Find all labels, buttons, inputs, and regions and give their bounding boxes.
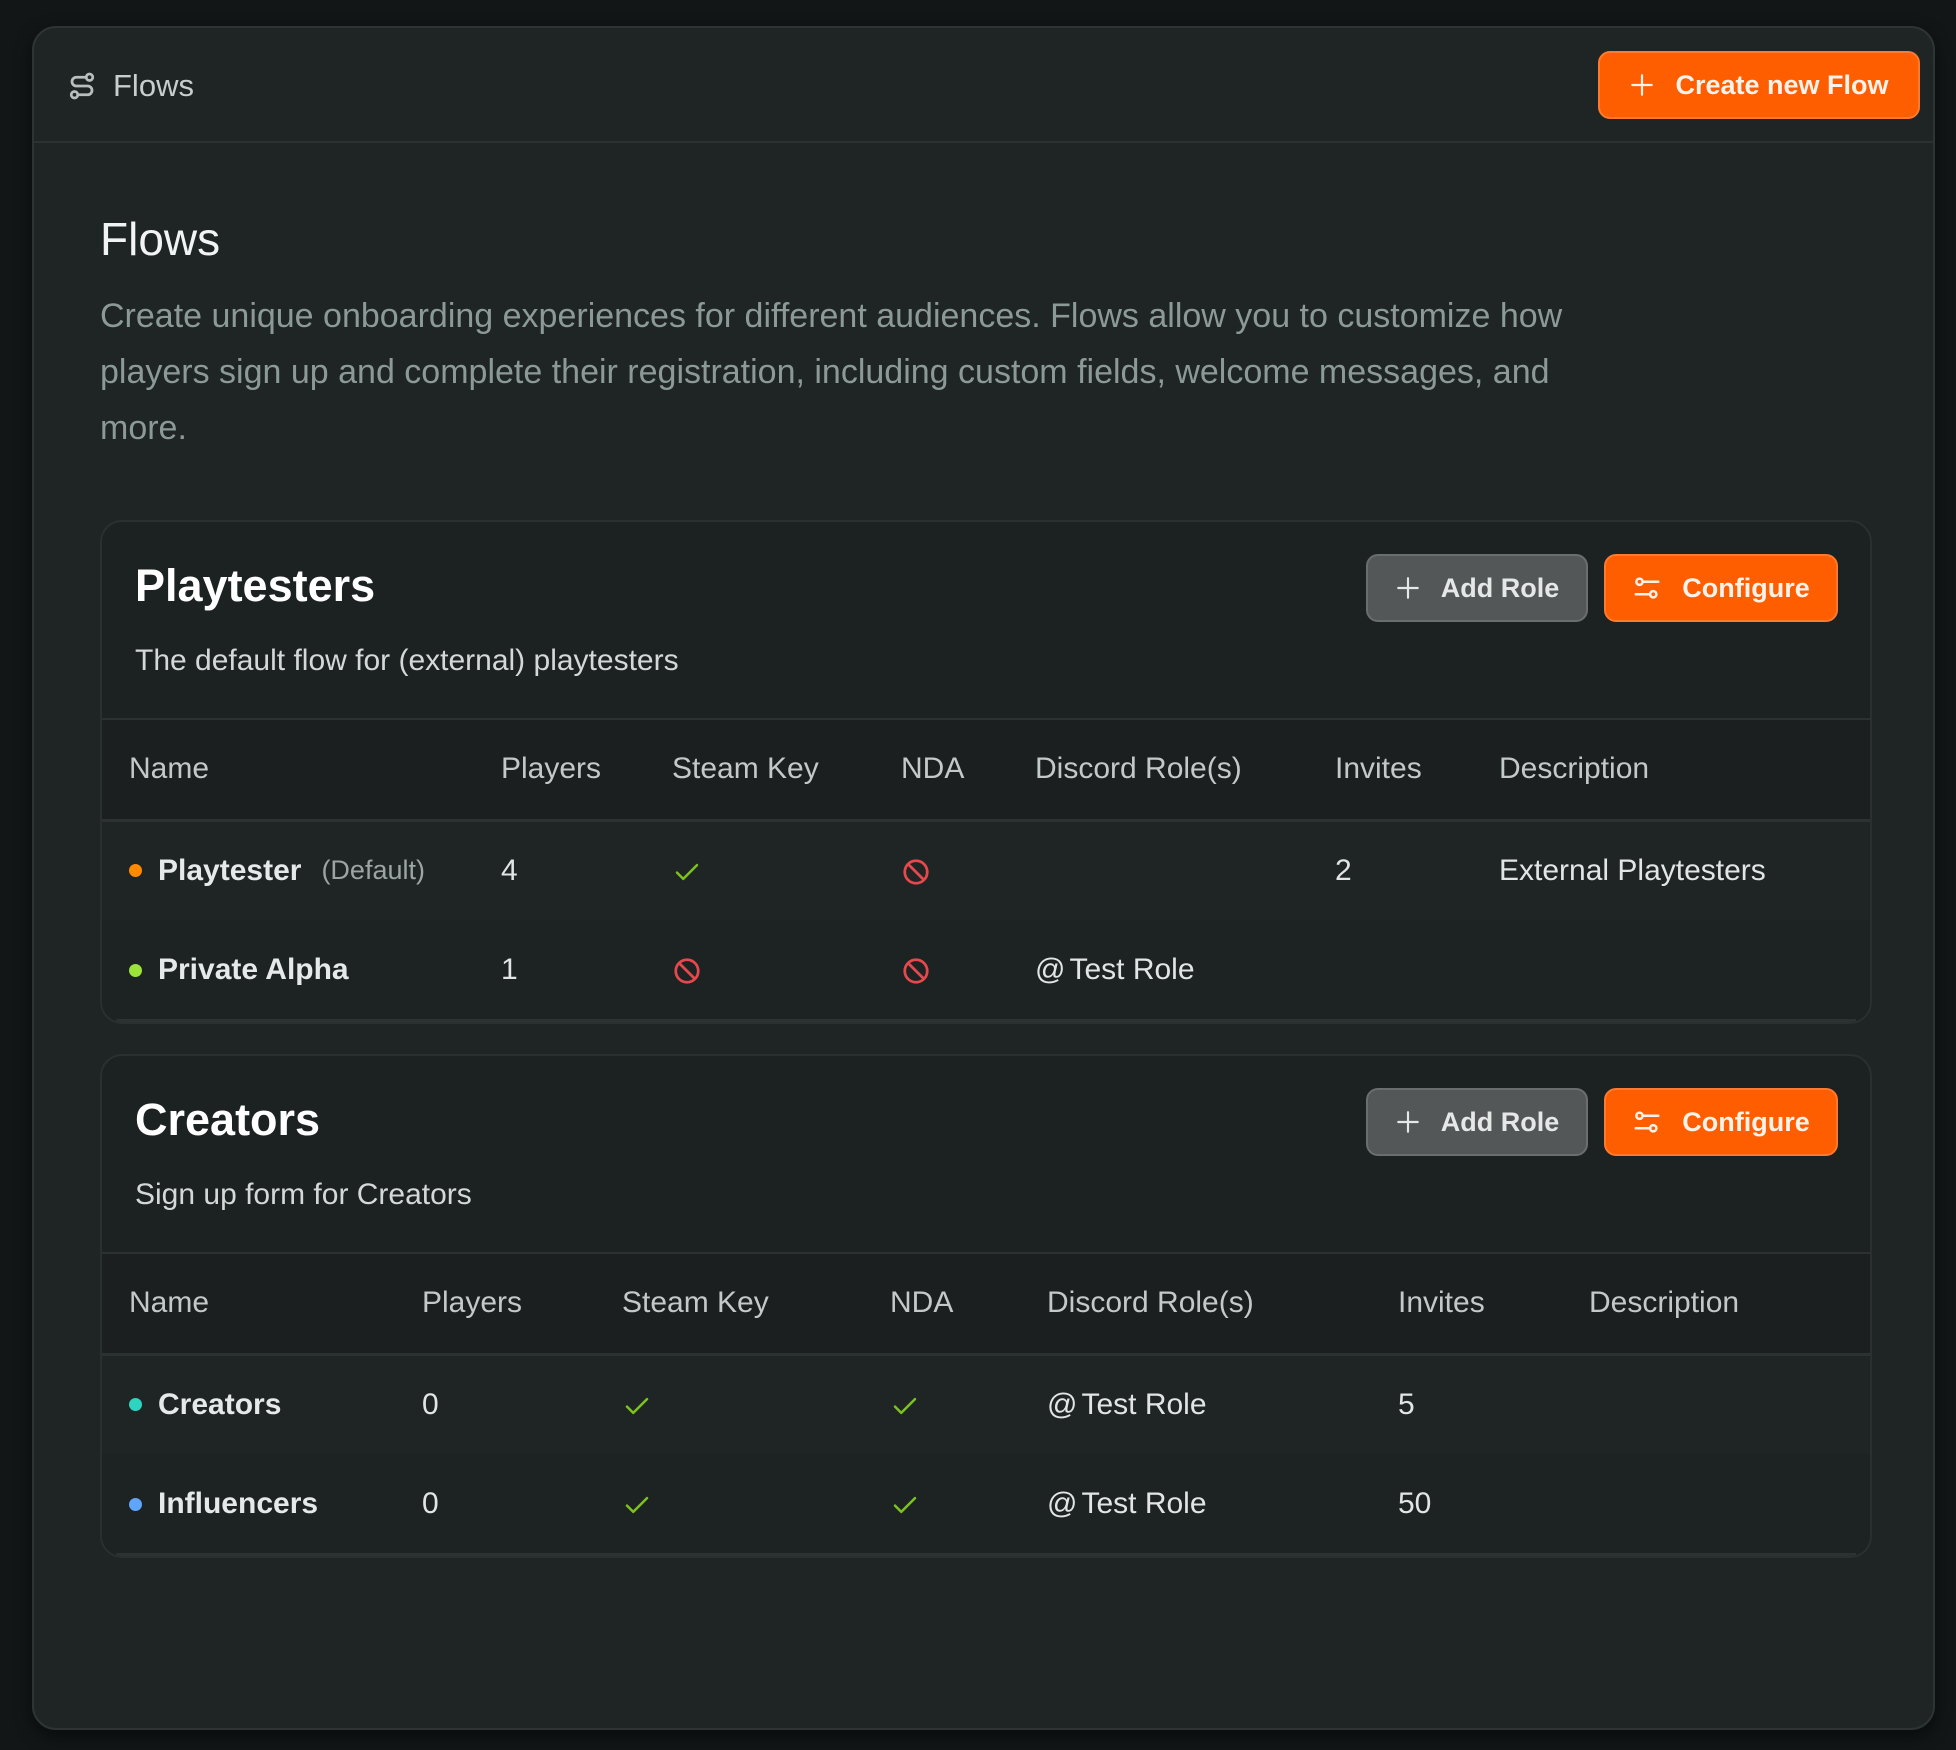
- discord-role: @ Test Role: [1035, 920, 1335, 1020]
- flow-title: Creators: [135, 1094, 321, 1145]
- configure-label: Configure: [1682, 572, 1810, 603]
- discord-role-name: Test Role: [1081, 1387, 1207, 1421]
- table-row[interactable]: Creators 0 @ Test Role 5: [102, 1354, 1870, 1454]
- add-role-label: Add Role: [1440, 572, 1560, 603]
- sliders-icon: [1634, 577, 1660, 599]
- roles-table: Name Players Steam Key NDA Discord Role(…: [102, 720, 1870, 1020]
- table-header-row: Name Players Steam Key NDA Discord Role(…: [102, 720, 1870, 822]
- column-header-name[interactable]: Name: [102, 1254, 422, 1356]
- table-row[interactable]: Influencers 0 @ Test Role 50: [102, 1454, 1870, 1554]
- discord-role: @ Test Role: [1047, 1454, 1398, 1554]
- check-icon: [625, 1496, 649, 1514]
- check-icon: [675, 863, 699, 880]
- plus-icon: [1631, 74, 1654, 96]
- column-header-players[interactable]: Players: [501, 720, 672, 822]
- role-color-dot: [129, 1497, 142, 1511]
- column-header-players[interactable]: Players: [422, 1254, 622, 1356]
- plus-icon: [1396, 577, 1419, 599]
- column-header-invites[interactable]: Invites: [1335, 720, 1499, 822]
- page-description: Create unique onboarding experiences for…: [100, 297, 1563, 447]
- breadcrumb[interactable]: Flows: [67, 64, 194, 108]
- column-header-nda[interactable]: NDA: [890, 1254, 1047, 1356]
- flow-card-playtesters: Playtesters The default flow for (extern…: [100, 520, 1872, 1024]
- flow-card-header: Playtesters The default flow for (extern…: [102, 522, 1870, 720]
- flows-window: Flows Create new Flow Flows Create uniqu…: [32, 26, 1935, 1730]
- column-header-invites[interactable]: Invites: [1398, 1254, 1589, 1356]
- top-bar: Flows Create new Flow: [34, 28, 1933, 143]
- at-icon: @: [1047, 1387, 1078, 1421]
- flow-title: Playtesters: [135, 560, 376, 611]
- invites-count: 2: [1335, 853, 1352, 887]
- table-row[interactable]: Playtester (Default) 4 2 External Playte…: [102, 820, 1870, 920]
- column-header-name[interactable]: Name: [102, 720, 501, 822]
- discord-role-name: Test Role: [1081, 1487, 1207, 1520]
- check-icon: [893, 1496, 917, 1514]
- create-new-flow-label: Create new Flow: [1675, 69, 1889, 100]
- role-color-dot: [129, 1398, 142, 1412]
- column-header-discord-roles[interactable]: Discord Role(s): [1047, 1254, 1398, 1356]
- flows-icon: [69, 72, 95, 100]
- players-count: 4: [501, 853, 518, 887]
- ban-icon: [903, 958, 929, 984]
- column-header-steam-key[interactable]: Steam Key: [672, 720, 901, 822]
- discord-role: @ Test Role: [1047, 1354, 1398, 1454]
- page-title: Flows: [100, 213, 221, 265]
- divider: [116, 1553, 1856, 1556]
- role-color-dot: [129, 864, 142, 878]
- column-header-discord-roles[interactable]: Discord Role(s): [1035, 720, 1335, 822]
- role-description: External Playtesters: [1499, 853, 1766, 887]
- flow-subtitle: Sign up form for Creators: [135, 1178, 472, 1211]
- role-color-dot: [129, 963, 142, 977]
- column-header-steam-key[interactable]: Steam Key: [622, 1254, 890, 1356]
- players-count: 0: [422, 1487, 439, 1520]
- table-header-row: Name Players Steam Key NDA Discord Role(…: [102, 1254, 1870, 1356]
- ban-icon: [674, 958, 700, 984]
- role-description: [1499, 920, 1870, 1020]
- players-count: 1: [501, 953, 518, 986]
- configure-button[interactable]: Configure: [1604, 1088, 1838, 1156]
- at-icon: @: [1047, 1487, 1078, 1520]
- role-name: Playtester: [158, 853, 302, 887]
- check-icon: [625, 1397, 649, 1414]
- plus-icon: [1396, 1111, 1419, 1133]
- players-count: 0: [422, 1387, 439, 1421]
- add-role-button[interactable]: Add Role: [1366, 1088, 1588, 1156]
- breadcrumb-label: Flows: [113, 68, 194, 103]
- role-description: [1589, 1454, 1870, 1554]
- flow-card-creators: Creators Sign up form for Creators Add R…: [100, 1054, 1872, 1558]
- role-name: Creators: [158, 1387, 282, 1421]
- ban-icon: [903, 859, 929, 885]
- check-icon: [893, 1397, 917, 1414]
- role-name: Private Alpha: [158, 953, 349, 986]
- default-tag: (Default): [321, 855, 425, 886]
- discord-role-name: Test Role: [1069, 953, 1195, 986]
- add-role-label: Add Role: [1440, 1106, 1560, 1137]
- column-header-description[interactable]: Description: [1589, 1254, 1870, 1356]
- role-description: [1589, 1354, 1870, 1454]
- column-header-description[interactable]: Description: [1499, 720, 1870, 822]
- sliders-icon: [1634, 1111, 1660, 1133]
- flow-card-header: Creators Sign up form for Creators Add R…: [102, 1056, 1870, 1254]
- create-new-flow-button[interactable]: Create new Flow: [1598, 51, 1920, 119]
- flow-subtitle: The default flow for (external) playtest…: [135, 644, 679, 677]
- invites-count: [1335, 920, 1499, 1020]
- discord-role: [1035, 820, 1335, 920]
- at-icon: @: [1035, 953, 1066, 986]
- roles-table: Name Players Steam Key NDA Discord Role(…: [102, 1254, 1870, 1554]
- configure-button[interactable]: Configure: [1604, 554, 1838, 622]
- divider: [116, 1019, 1856, 1022]
- invites-count: 5: [1398, 1387, 1415, 1421]
- invites-count: 50: [1398, 1487, 1432, 1520]
- role-name: Influencers: [158, 1487, 319, 1520]
- add-role-button[interactable]: Add Role: [1366, 554, 1588, 622]
- table-row[interactable]: Private Alpha 1 @ Test Role: [102, 920, 1870, 1020]
- column-header-nda[interactable]: NDA: [901, 720, 1035, 822]
- configure-label: Configure: [1682, 1106, 1810, 1137]
